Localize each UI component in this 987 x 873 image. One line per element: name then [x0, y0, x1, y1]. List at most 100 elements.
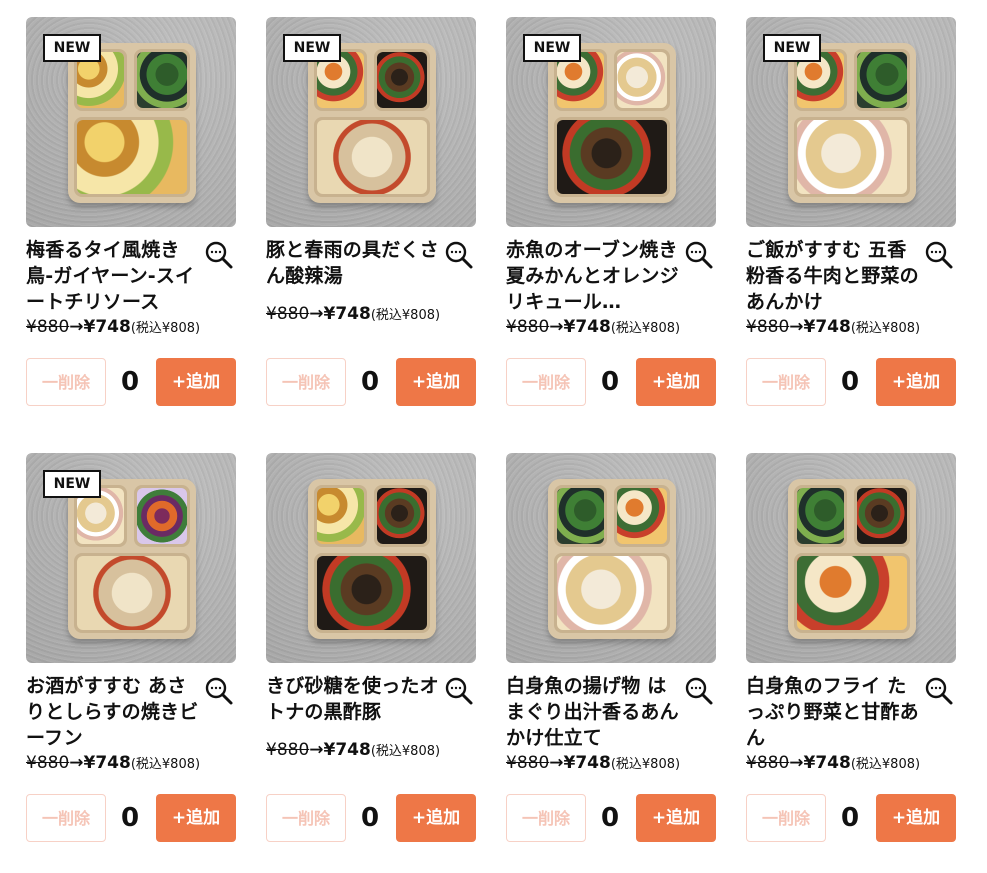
price-new: ¥748: [323, 304, 371, 324]
product-card: NEW 赤魚のオーブン焼き 夏みかんとオレンジリキュール… ¥880→¥748(…: [506, 17, 716, 437]
zoom-icon[interactable]: [204, 240, 234, 270]
product-card: NEW 豚と春雨の具だくさん酸辣湯 ¥880→¥748(税込¥808) 一削除 …: [266, 17, 476, 437]
quantity: 0: [360, 803, 380, 833]
price-line: ¥880→¥748(税込¥808): [506, 317, 716, 337]
product-title[interactable]: 白身魚の揚げ物 はまぐり出汁香るあんかけ仕立て: [506, 673, 682, 751]
zoom-icon[interactable]: [684, 240, 714, 270]
zoom-icon[interactable]: [444, 240, 474, 270]
product-image[interactable]: [746, 453, 956, 663]
add-button[interactable]: +追加: [876, 794, 956, 842]
cart-controls: 一削除 0 +追加: [746, 358, 956, 406]
price-arrow: →: [69, 753, 84, 773]
add-button[interactable]: +追加: [396, 794, 476, 842]
product-card: NEW 梅香るタイ風焼き鳥-ガイヤーン-スイートチリソース ¥880→¥748(…: [26, 17, 236, 437]
product-image[interactable]: NEW: [26, 453, 236, 663]
add-button[interactable]: +追加: [636, 358, 716, 406]
price-new: ¥748: [563, 753, 611, 773]
price-tax: (税込¥808): [850, 321, 921, 336]
price-arrow: →: [789, 317, 804, 337]
product-card: NEW お酒がすすむ あさりとしらすの焼きビーフン ¥880→¥748(税込¥8…: [26, 453, 236, 873]
cart-controls: 一削除 0 +追加: [266, 358, 476, 406]
price-line: ¥880→¥748(税込¥808): [266, 304, 476, 324]
add-button[interactable]: +追加: [636, 794, 716, 842]
price-old: ¥880: [506, 753, 550, 773]
product-image[interactable]: NEW: [266, 17, 476, 227]
product-image[interactable]: [506, 453, 716, 663]
bento-tray: [308, 479, 436, 639]
product-title[interactable]: 白身魚のフライ たっぷり野菜と甘酢あん: [746, 673, 922, 751]
remove-button[interactable]: 一削除: [506, 358, 586, 406]
new-badge: NEW: [43, 34, 101, 62]
price-tax: (税込¥808): [130, 321, 201, 336]
remove-button[interactable]: 一削除: [266, 358, 346, 406]
product-title[interactable]: ご飯がすすむ 五香粉香る牛肉と野菜のあんかけ: [746, 237, 922, 315]
bento-tray: [788, 479, 916, 639]
price-line: ¥880→¥748(税込¥808): [746, 753, 956, 773]
price-new: ¥748: [323, 740, 371, 760]
product-image[interactable]: [266, 453, 476, 663]
add-button[interactable]: +追加: [156, 358, 236, 406]
price-new: ¥748: [563, 317, 611, 337]
product-image[interactable]: NEW: [746, 17, 956, 227]
bento-tray: [548, 479, 676, 639]
new-badge: NEW: [283, 34, 341, 62]
price-old: ¥880: [266, 740, 310, 760]
product-title[interactable]: 赤魚のオーブン焼き 夏みかんとオレンジリキュール…: [506, 237, 682, 315]
remove-button[interactable]: 一削除: [746, 358, 826, 406]
price-line: ¥880→¥748(税込¥808): [506, 753, 716, 773]
remove-button[interactable]: 一削除: [506, 794, 586, 842]
product-card: 白身魚の揚げ物 はまぐり出汁香るあんかけ仕立て ¥880→¥748(税込¥808…: [506, 453, 716, 873]
product-image[interactable]: NEW: [506, 17, 716, 227]
new-badge: NEW: [523, 34, 581, 62]
quantity: 0: [120, 367, 140, 397]
cart-controls: 一削除 0 +追加: [506, 794, 716, 842]
price-tax: (税込¥808): [610, 321, 681, 336]
price-old: ¥880: [746, 317, 790, 337]
quantity: 0: [600, 367, 620, 397]
price-arrow: →: [69, 317, 84, 337]
zoom-icon[interactable]: [204, 676, 234, 706]
bento-tray: [68, 479, 196, 639]
add-button[interactable]: +追加: [156, 794, 236, 842]
add-button[interactable]: +追加: [396, 358, 476, 406]
price-new: ¥748: [803, 753, 851, 773]
price-arrow: →: [309, 740, 324, 760]
zoom-icon[interactable]: [924, 240, 954, 270]
remove-button[interactable]: 一削除: [26, 358, 106, 406]
product-image[interactable]: NEW: [26, 17, 236, 227]
remove-button[interactable]: 一削除: [26, 794, 106, 842]
product-grid: NEW 梅香るタイ風焼き鳥-ガイヤーン-スイートチリソース ¥880→¥748(…: [26, 17, 956, 873]
add-button[interactable]: +追加: [876, 358, 956, 406]
product-title[interactable]: きび砂糖を使ったオトナの黒酢豚: [266, 673, 442, 725]
remove-button[interactable]: 一削除: [266, 794, 346, 842]
price-old: ¥880: [26, 317, 70, 337]
zoom-icon[interactable]: [444, 676, 474, 706]
remove-button[interactable]: 一削除: [746, 794, 826, 842]
price-new: ¥748: [803, 317, 851, 337]
product-title[interactable]: 豚と春雨の具だくさん酸辣湯: [266, 237, 442, 289]
zoom-icon[interactable]: [684, 676, 714, 706]
product-card: きび砂糖を使ったオトナの黒酢豚 ¥880→¥748(税込¥808) 一削除 0 …: [266, 453, 476, 873]
price-line: ¥880→¥748(税込¥808): [266, 740, 476, 760]
cart-controls: 一削除 0 +追加: [26, 794, 236, 842]
new-badge: NEW: [763, 34, 821, 62]
quantity: 0: [120, 803, 140, 833]
quantity: 0: [360, 367, 380, 397]
price-new: ¥748: [83, 317, 131, 337]
price-arrow: →: [309, 304, 324, 324]
price-old: ¥880: [26, 753, 70, 773]
bento-tray: [68, 43, 196, 203]
bento-tray: [548, 43, 676, 203]
product-title[interactable]: 梅香るタイ風焼き鳥-ガイヤーン-スイートチリソース: [26, 237, 202, 315]
price-line: ¥880→¥748(税込¥808): [26, 317, 236, 337]
price-new: ¥748: [83, 753, 131, 773]
new-badge: NEW: [43, 470, 101, 498]
price-old: ¥880: [746, 753, 790, 773]
price-tax: (税込¥808): [130, 757, 201, 772]
product-title[interactable]: お酒がすすむ あさりとしらすの焼きビーフン: [26, 673, 202, 751]
price-tax: (税込¥808): [370, 744, 441, 759]
zoom-icon[interactable]: [924, 676, 954, 706]
product-card: NEW ご飯がすすむ 五香粉香る牛肉と野菜のあんかけ ¥880→¥748(税込¥…: [746, 17, 956, 437]
cart-controls: 一削除 0 +追加: [266, 794, 476, 842]
bento-tray: [308, 43, 436, 203]
